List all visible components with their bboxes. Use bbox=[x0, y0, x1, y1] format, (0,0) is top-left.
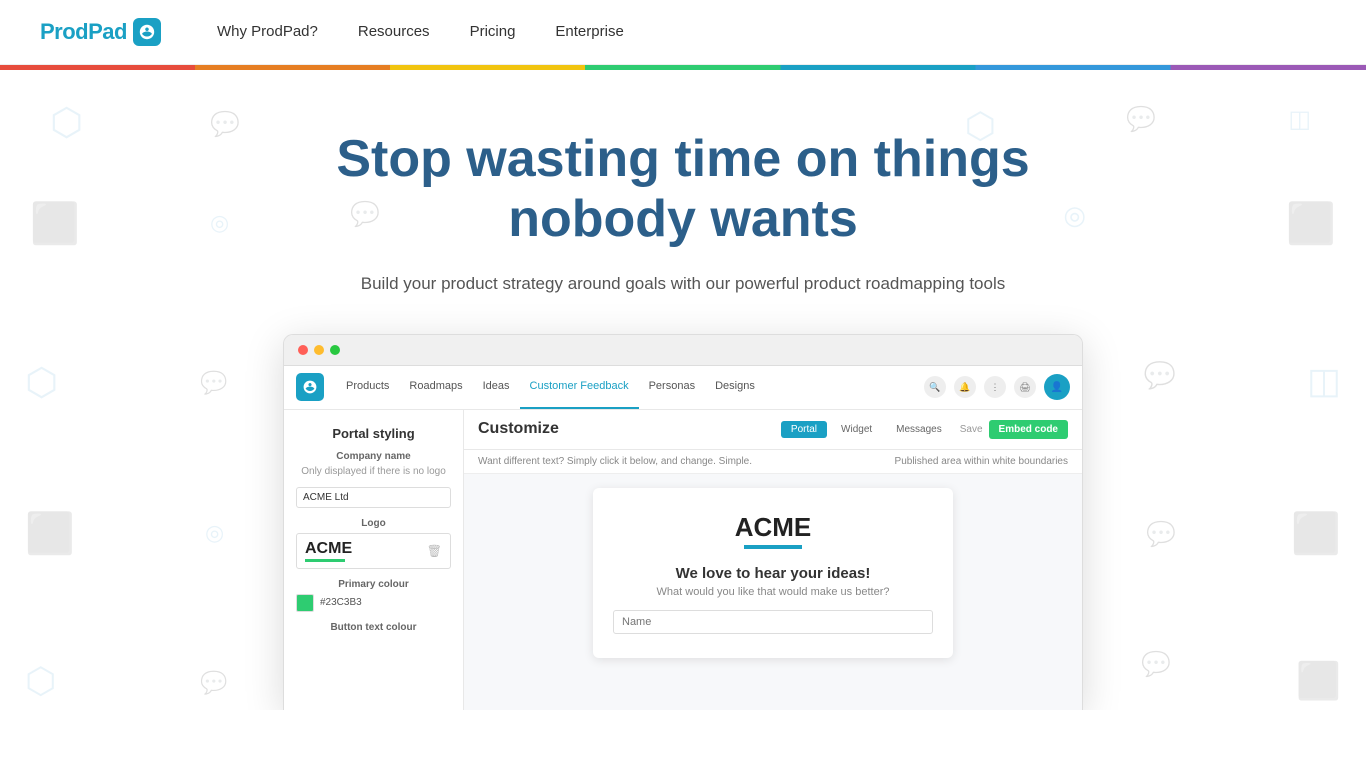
sidebar-primary-colour-label: Primary colour bbox=[296, 579, 451, 590]
app-nav-feedback[interactable]: Customer Feedback bbox=[520, 365, 639, 409]
color-hex: #23C3B3 bbox=[320, 597, 362, 608]
bg-icon-1: ⬡ bbox=[50, 100, 83, 145]
app-nav-search-icon[interactable]: 🔍 bbox=[924, 376, 946, 398]
hero-title: Stop wasting time on things nobody wants bbox=[283, 130, 1083, 250]
tab-messages[interactable]: Messages bbox=[886, 421, 952, 438]
bg-icon-6: ⬛ bbox=[30, 200, 80, 247]
bg-icon-16: ◎ bbox=[205, 520, 224, 546]
app-nav-roadmaps[interactable]: Roadmaps bbox=[399, 365, 472, 409]
sidebar-portal-title: Portal styling bbox=[296, 426, 451, 441]
app-nav-right: 🔍 🔔 ⋮ 🖨 👤 bbox=[924, 374, 1070, 400]
sidebar-company-label: Company name bbox=[296, 451, 451, 462]
bg-icon-19: ⬡ bbox=[25, 660, 56, 702]
nav-link-resources[interactable]: Resources bbox=[342, 15, 446, 48]
acme-underline bbox=[305, 559, 345, 562]
app-nav-personas[interactable]: Personas bbox=[639, 365, 705, 409]
customize-header: Customize Portal Widget Messages Save Em… bbox=[464, 410, 1082, 450]
browser-dot-green bbox=[330, 345, 340, 355]
hero-section: ⬡ 💬 ⬡ 💬 ◫ ⬛ ◎ 💬 ◎ ⬛ ⬡ 💬 💬 ◫ ⬛ ◎ 💬 ⬛ ⬡ 💬 … bbox=[0, 70, 1366, 710]
sidebar-company-hint: Only displayed if there is no logo bbox=[296, 466, 451, 477]
app-content: Portal styling Company name Only display… bbox=[284, 410, 1082, 710]
app-nav-bar: Products Roadmaps Ideas Customer Feedbac… bbox=[284, 366, 1082, 410]
sidebar-button-colour-label: Button text colour bbox=[296, 622, 451, 633]
nav-link-why[interactable]: Why ProdPad? bbox=[201, 15, 334, 48]
logo-icon bbox=[133, 18, 161, 46]
hero-subtitle: Build your product strategy around goals… bbox=[343, 274, 1023, 294]
bg-icon-18: ⬛ bbox=[1291, 510, 1341, 557]
portal-heading: We love to hear your ideas! bbox=[613, 565, 933, 582]
save-link[interactable]: Save bbox=[960, 424, 983, 435]
app-nav-products[interactable]: Products bbox=[336, 365, 399, 409]
customize-hint: Want different text? Simply click it bel… bbox=[464, 450, 1082, 474]
app-nav-ideas[interactable]: Ideas bbox=[473, 365, 520, 409]
tab-widget[interactable]: Widget bbox=[831, 421, 882, 438]
bg-icon-4: 💬 bbox=[1126, 105, 1156, 134]
browser-dot-yellow bbox=[314, 345, 324, 355]
nav-link-pricing[interactable]: Pricing bbox=[454, 15, 532, 48]
browser-dot-red bbox=[298, 345, 308, 355]
bg-icon-17: 💬 bbox=[1146, 520, 1176, 549]
bg-icon-12: 💬 bbox=[200, 370, 227, 396]
bg-icon-7: ◎ bbox=[210, 210, 229, 236]
bg-icon-11: ⬡ bbox=[25, 360, 58, 405]
app-main-area: Customize Portal Widget Messages Save Em… bbox=[464, 410, 1082, 710]
bg-icon-5: ◫ bbox=[1288, 105, 1311, 134]
app-nav-designs[interactable]: Designs bbox=[705, 365, 765, 409]
nav-links: Why ProdPad? Resources Pricing Enterpris… bbox=[201, 23, 640, 41]
bg-icon-15: ⬛ bbox=[25, 510, 75, 557]
app-logo bbox=[296, 373, 324, 401]
color-swatch[interactable] bbox=[296, 594, 314, 612]
color-row: #23C3B3 bbox=[296, 594, 451, 612]
nav-item-resources[interactable]: Resources bbox=[342, 23, 446, 41]
sidebar-company-input[interactable] bbox=[296, 487, 451, 508]
app-nav-bell-icon[interactable]: 🔔 bbox=[954, 376, 976, 398]
hint-right: Published area within white boundaries bbox=[895, 456, 1068, 467]
bg-icon-13: 💬 bbox=[1144, 360, 1176, 391]
app-nav-print-icon[interactable]: 🖨 bbox=[1014, 376, 1036, 398]
nav-item-pricing[interactable]: Pricing bbox=[454, 23, 532, 41]
bg-icon-10: ⬛ bbox=[1286, 200, 1336, 247]
bg-icon-22: ⬛ bbox=[1296, 660, 1341, 702]
acme-logo-display: ACME bbox=[305, 540, 352, 562]
bg-icon-20: 💬 bbox=[200, 670, 227, 696]
logo-link[interactable]: ProdPad bbox=[40, 18, 161, 46]
portal-subheading: What would you like that would make us b… bbox=[613, 586, 933, 598]
nav-item-enterprise[interactable]: Enterprise bbox=[539, 23, 639, 41]
app-sidebar: Portal styling Company name Only display… bbox=[284, 410, 464, 710]
main-nav: ProdPad Why ProdPad? Resources Pricing E… bbox=[0, 0, 1366, 65]
portal-name-input[interactable] bbox=[613, 610, 933, 634]
app-nav-grid-icon[interactable]: ⋮ bbox=[984, 376, 1006, 398]
logo-svg bbox=[138, 23, 156, 41]
hint-left: Want different text? Simply click it bel… bbox=[478, 456, 752, 467]
app-nav-items: Products Roadmaps Ideas Customer Feedbac… bbox=[336, 365, 924, 409]
bg-icon-2: 💬 bbox=[210, 110, 240, 139]
tab-buttons: Portal Widget Messages bbox=[781, 421, 952, 438]
logo-text: ProdPad bbox=[40, 19, 127, 45]
sidebar-logo-label: Logo bbox=[296, 518, 451, 529]
app-nav-avatar[interactable]: 👤 bbox=[1044, 374, 1070, 400]
header-actions: Save Embed code bbox=[960, 420, 1068, 439]
bg-icon-21: 💬 bbox=[1141, 650, 1171, 679]
logo-delete-icon[interactable]: 🗑 bbox=[427, 544, 442, 558]
portal-card: ACME We love to hear your ideas! What wo… bbox=[593, 488, 953, 658]
tab-portal[interactable]: Portal bbox=[781, 421, 827, 438]
nav-item-why[interactable]: Why ProdPad? bbox=[201, 23, 334, 41]
customize-title: Customize bbox=[478, 420, 559, 438]
browser-chrome bbox=[284, 335, 1082, 366]
nav-link-enterprise[interactable]: Enterprise bbox=[539, 15, 639, 48]
app-screenshot: Products Roadmaps Ideas Customer Feedbac… bbox=[283, 334, 1083, 710]
portal-preview: ACME We love to hear your ideas! What wo… bbox=[464, 474, 1082, 672]
bg-icon-14: ◫ bbox=[1307, 360, 1341, 402]
portal-acme-logo: ACME bbox=[613, 512, 933, 543]
acme-logo-text: ACME bbox=[305, 540, 352, 558]
embed-button[interactable]: Embed code bbox=[989, 420, 1068, 439]
logo-upload-area: ACME 🗑 bbox=[296, 533, 451, 569]
app-logo-icon bbox=[302, 379, 318, 395]
portal-acme-underline bbox=[744, 545, 802, 549]
customize-controls: Portal Widget Messages Save Embed code bbox=[781, 420, 1068, 439]
